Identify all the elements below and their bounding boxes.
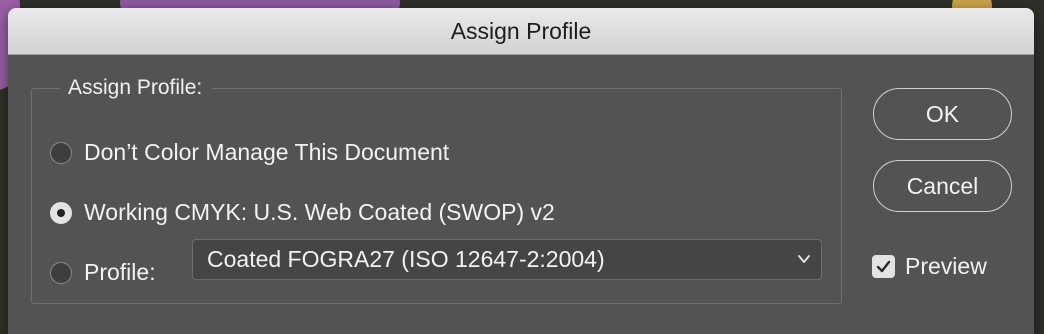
radio-label: Profile: — [84, 259, 156, 285]
preview-checkbox-row[interactable]: Preview — [872, 253, 987, 280]
checkmark-icon — [876, 260, 891, 273]
profile-select-value: Coated FOGRA27 (ISO 12647-2:2004) — [207, 246, 605, 272]
group-legend: Assign Profile: — [60, 76, 213, 100]
radio-button-selected[interactable] — [50, 201, 72, 224]
dialog-title: Assign Profile — [450, 17, 592, 44]
radio-working-cmyk[interactable]: Working CMYK: U.S. Web Coated (SWOP) v2 — [50, 199, 555, 226]
cancel-button-label: Cancel — [906, 172, 979, 199]
ok-button[interactable]: OK — [873, 88, 1012, 140]
profile-select[interactable]: Coated FOGRA27 (ISO 12647-2:2004) — [192, 239, 822, 280]
assign-profile-dialog: Assign Profile Assign Profile: Don’t Col… — [8, 8, 1034, 334]
radio-button[interactable] — [50, 141, 72, 164]
radio-button[interactable] — [50, 261, 72, 284]
chevron-down-icon — [798, 255, 810, 263]
cancel-button[interactable]: Cancel — [873, 160, 1012, 212]
radio-label: Working CMYK: U.S. Web Coated (SWOP) v2 — [84, 199, 555, 225]
ok-button-label: OK — [925, 100, 960, 127]
assign-profile-group: Assign Profile: Don’t Color Manage This … — [31, 76, 842, 304]
dialog-titlebar[interactable]: Assign Profile — [8, 8, 1034, 55]
preview-label: Preview — [905, 253, 987, 279]
radio-profile[interactable]: Profile: — [50, 259, 156, 286]
radio-label: Don’t Color Manage This Document — [84, 139, 450, 165]
radio-dont-color-manage[interactable]: Don’t Color Manage This Document — [50, 139, 449, 166]
preview-checkbox[interactable] — [872, 255, 895, 278]
